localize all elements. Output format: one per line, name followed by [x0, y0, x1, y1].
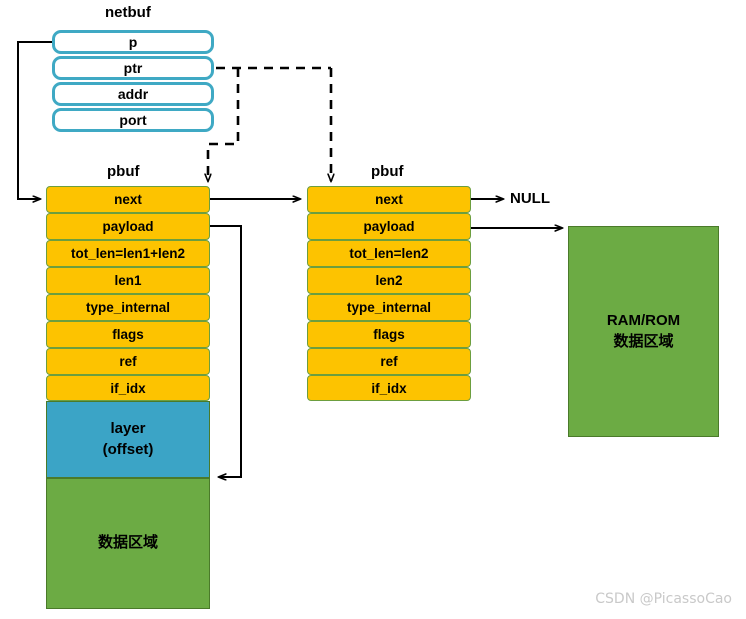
pbuf1-field-len1[interactable]: len1 [46, 267, 210, 294]
pbuf2-field-flags[interactable]: flags [307, 321, 471, 348]
pbuf2-title: pbuf [371, 163, 404, 180]
pbuf1-layer-line1: layer [110, 420, 146, 438]
watermark: CSDN @PicassoCao [595, 591, 732, 607]
ram-rom-block: RAM/ROM 数据区域 [568, 226, 719, 437]
pbuf1-field-type-internal[interactable]: type_internal [46, 294, 210, 321]
ram-rom-line2: 数据区域 [613, 332, 674, 350]
diagram-canvas: netbuf p ptr addr port pbuf next payload… [0, 0, 746, 619]
pbuf1-data-area-label: 数据区域 [97, 534, 158, 552]
pbuf2-field-next[interactable]: next [307, 186, 471, 213]
pbuf1-data-area-block: 数据区域 [46, 478, 210, 609]
pbuf1-field-tot-len[interactable]: tot_len=len1+len2 [46, 240, 210, 267]
pbuf1-layer-line2: (offset) [102, 440, 154, 458]
pbuf2-field-tot-len[interactable]: tot_len=len2 [307, 240, 471, 267]
netbuf-field-p[interactable]: p [52, 30, 214, 54]
arrow-p-to-pbuf1 [17, 41, 52, 199]
pbuf2-field-len2[interactable]: len2 [307, 267, 471, 294]
pbuf1-field-next[interactable]: next [46, 186, 210, 213]
null-label: NULL [510, 190, 550, 207]
netbuf-title: netbuf [105, 4, 151, 21]
pbuf1-field-if-idx[interactable]: if_idx [46, 375, 210, 401]
pbuf1-field-ref[interactable]: ref [46, 348, 210, 375]
pbuf2-field-type-internal[interactable]: type_internal [307, 294, 471, 321]
pbuf2-field-payload[interactable]: payload [307, 213, 471, 240]
pbuf2-field-ref[interactable]: ref [307, 348, 471, 375]
pbuf1-layer-offset-block: layer (offset) [46, 401, 210, 478]
arrow-pbuf1-payload-to-data [210, 225, 242, 477]
netbuf-field-port[interactable]: port [52, 108, 214, 132]
pbuf1-field-payload[interactable]: payload [46, 213, 210, 240]
ram-rom-line1: RAM/ROM [606, 312, 681, 330]
pbuf2-field-if-idx[interactable]: if_idx [307, 375, 471, 401]
pbuf1-field-flags[interactable]: flags [46, 321, 210, 348]
netbuf-field-addr[interactable]: addr [52, 82, 214, 106]
pbuf1-title: pbuf [107, 163, 140, 180]
netbuf-field-ptr[interactable]: ptr [52, 56, 214, 80]
